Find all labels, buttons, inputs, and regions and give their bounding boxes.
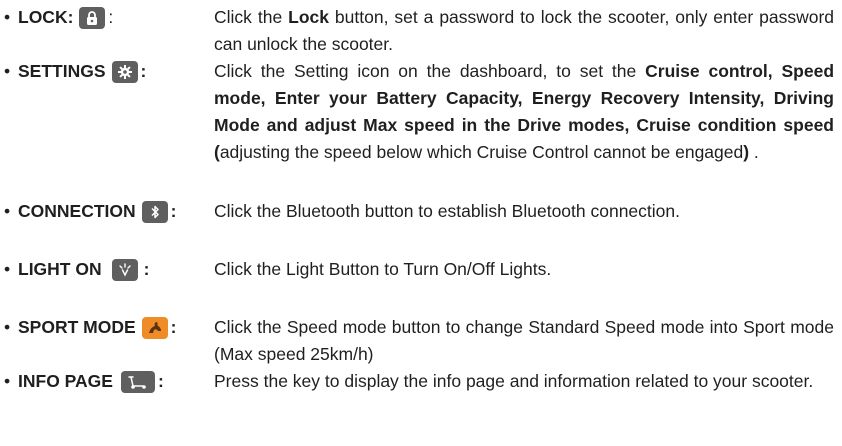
description-connection: Click the Bluetooth button to establish … [214, 198, 834, 225]
term-label: INFO PAGE [18, 371, 113, 391]
term-separator: : [143, 259, 150, 279]
term-label: LOCK [18, 7, 68, 27]
term-separator: : [170, 201, 177, 221]
list-item-connection: • CONNECTION : Click the Bluetooth butto… [4, 198, 834, 225]
description-sport-mode: Click the Speed mode button to change St… [214, 314, 834, 368]
text-run: Click the Speed mode button to change St… [214, 317, 834, 364]
list-item-sport-mode: • SPORT MODE : Click the Speed mode butt… [4, 314, 834, 368]
text-run: Click the Setting icon on the dashboard,… [214, 61, 646, 81]
gear-icon [111, 60, 138, 83]
text-run: Click the [214, 7, 289, 27]
text-run: Press the key to display the info page a… [214, 371, 814, 391]
bullet: • [4, 259, 11, 279]
text-run: Click the Light Button to Turn On/Off Li… [214, 259, 552, 279]
term-connection: • CONNECTION : [4, 198, 176, 225]
term-info-page: • INFO PAGE : [4, 368, 164, 395]
list-item-light-on: • LIGHT ON : Click the Light Button to T… [4, 256, 834, 283]
scooter-info-icon [120, 370, 155, 393]
term-sport-mode: • SPORT MODE : [4, 314, 176, 341]
description-settings: Click the Setting icon on the dashboard,… [214, 58, 834, 166]
term-label: SPORT MODE [18, 317, 136, 337]
sport-mode-icon [141, 316, 168, 339]
term-label: SETTINGS [18, 61, 106, 81]
bullet: • [4, 201, 11, 221]
term-light-on: • LIGHT ON : [4, 256, 149, 283]
list-item-info-page: • INFO PAGE : Press the key to display t… [4, 368, 834, 422]
lock-icon [79, 6, 106, 29]
bullet: • [4, 7, 11, 27]
list-item-settings: • SETTINGS : Click the Setting icon on t… [4, 58, 834, 193]
text-run: . [749, 142, 759, 162]
term-trailing-colon: : [108, 7, 114, 27]
bluetooth-icon [141, 200, 168, 223]
term-separator: : [140, 61, 147, 81]
term-label: LIGHT ON [18, 259, 102, 279]
term-settings: • SETTINGS : [4, 58, 146, 85]
description-info-page: Press the key to display the info page a… [214, 368, 834, 395]
bullet: • [4, 371, 11, 391]
light-icon [111, 258, 138, 281]
term-separator: : [67, 7, 74, 27]
description-lock: Click the Lock button, set a password to… [214, 4, 834, 58]
term-lock: • LOCK : : [4, 4, 113, 31]
description-light-on: Click the Light Button to Turn On/Off Li… [214, 256, 834, 283]
text-run: Click the Bluetooth button to establish … [214, 201, 680, 221]
text-run: adjusting the speed below which Cruise C… [219, 142, 744, 162]
bullet: • [4, 317, 11, 337]
bold-text-run: Lock [288, 7, 329, 27]
list-item-lock: • LOCK : : Click the Lock button, set a … [4, 4, 834, 58]
term-label: CONNECTION [18, 201, 136, 221]
bullet: • [4, 61, 11, 81]
term-separator: : [170, 317, 177, 337]
term-separator: : [157, 371, 164, 391]
